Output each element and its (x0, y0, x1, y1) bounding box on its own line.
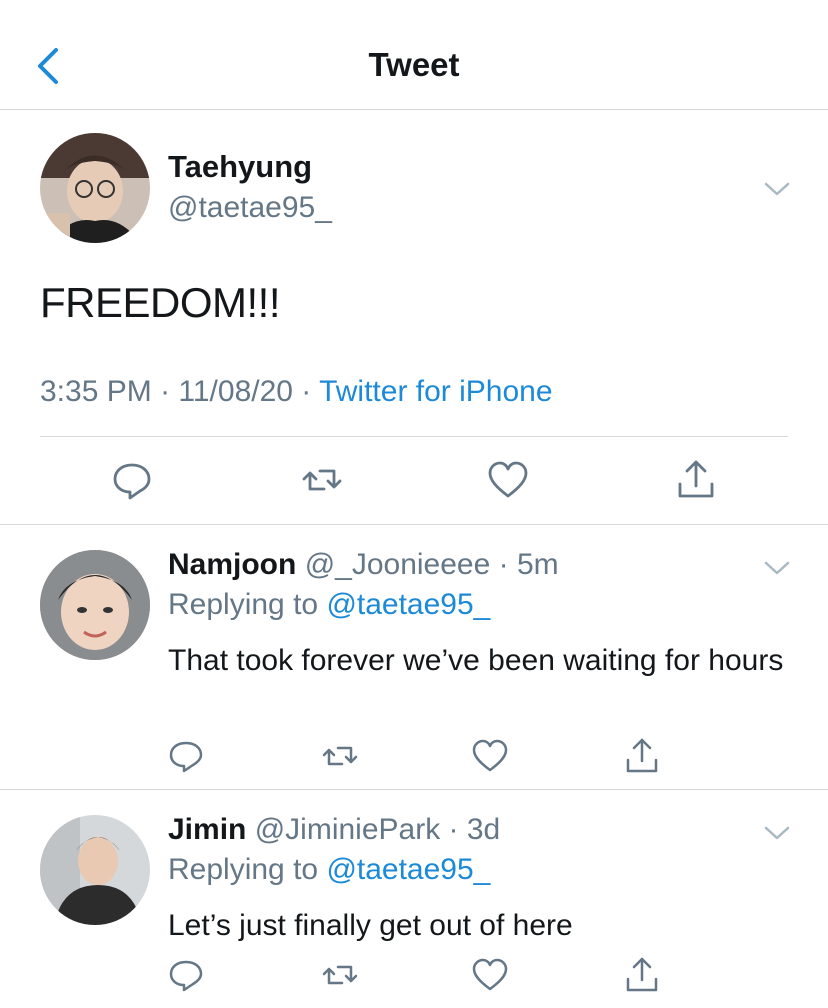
share-icon (678, 460, 714, 498)
reply-button[interactable] (164, 953, 208, 997)
tweet-age: 3d (466, 813, 501, 846)
tweet-menu-button[interactable] (762, 558, 792, 578)
meta-separator: · (292, 375, 320, 408)
share-button[interactable] (620, 734, 664, 778)
reply-header: Namjoon @_Joonieeee · 5m (168, 548, 559, 582)
replying-to: Replying to @taetae95_ (168, 588, 490, 622)
share-icon (626, 957, 658, 992)
divider (40, 436, 788, 437)
chevron-down-icon (764, 826, 790, 840)
avatar[interactable] (40, 133, 150, 243)
share-button[interactable] (620, 953, 664, 997)
reply-icon (169, 741, 203, 773)
reply-button[interactable] (110, 458, 154, 502)
tweet-text: Let’s just finally get out of here (168, 909, 573, 942)
author-handle[interactable]: @_Joonieeee (305, 548, 491, 581)
avatar[interactable] (40, 550, 150, 660)
retweet-button[interactable] (318, 953, 362, 997)
replying-label: Replying to (168, 853, 327, 886)
meta-separator: · (440, 813, 467, 846)
author-handle[interactable]: @taetae95_ (168, 191, 332, 225)
share-icon (626, 738, 658, 773)
chevron-down-icon (764, 561, 790, 575)
author-handle[interactable]: @JiminiePark (255, 813, 441, 846)
author-name[interactable]: Taehyung (168, 149, 312, 185)
tweet-actions (0, 734, 828, 778)
retweet-button[interactable] (300, 458, 344, 502)
tweet-menu-button[interactable] (762, 179, 792, 199)
retweet-button[interactable] (318, 734, 362, 778)
tweet-menu-button[interactable] (762, 823, 792, 843)
reply-button[interactable] (164, 734, 208, 778)
tweet-actions (0, 456, 828, 506)
mention-link[interactable]: @taetae95_ (326, 853, 490, 886)
retweet-icon (322, 746, 358, 766)
tweet-text: FREEDOM!!! (40, 279, 281, 326)
replying-to: Replying to @taetae95_ (168, 853, 490, 887)
profile-photo (40, 550, 150, 660)
tweet-source-link[interactable]: Twitter for iPhone (319, 375, 552, 408)
reply-tweet[interactable]: Jimin @JiminiePark · 3d Replying to @tae… (0, 791, 828, 1008)
tweet-time: 3:35 PM (40, 375, 152, 408)
retweet-icon (322, 965, 358, 985)
heart-icon (472, 958, 508, 991)
author-name[interactable]: Namjoon (168, 548, 296, 581)
main-tweet: Taehyung @taetae95_ FREEDOM!!! 3:35 PM ·… (0, 111, 828, 525)
tweet-text: That took forever we’ve been waiting for… (168, 644, 784, 677)
tweet-actions (0, 953, 828, 997)
chevron-down-icon (764, 182, 790, 196)
heart-icon (472, 739, 508, 772)
like-button[interactable] (468, 953, 512, 997)
meta-separator: · (151, 375, 179, 408)
replying-label: Replying to (168, 588, 327, 621)
page-title: Tweet (368, 46, 460, 83)
profile-photo (40, 815, 150, 925)
profile-photo (40, 133, 150, 243)
avatar[interactable] (40, 815, 150, 925)
reply-header: Jimin @JiminiePark · 3d (168, 813, 500, 847)
share-button[interactable] (674, 458, 718, 502)
author-name[interactable]: Jimin (168, 813, 246, 846)
reply-icon (169, 960, 203, 992)
meta-separator: · (490, 548, 517, 581)
tweet-meta: 3:35 PM · 11/08/20 · Twitter for iPhone (40, 375, 553, 409)
heart-icon (488, 461, 528, 498)
like-button[interactable] (486, 458, 530, 502)
reply-tweet[interactable]: Namjoon @_Joonieeee · 5m Replying to @ta… (0, 526, 828, 790)
tweet-age: 5m (516, 548, 559, 581)
retweet-icon (302, 469, 342, 491)
tweet-date: 11/08/20 (178, 375, 293, 408)
reply-icon (113, 463, 151, 500)
mention-link[interactable]: @taetae95_ (326, 588, 490, 621)
like-button[interactable] (468, 734, 512, 778)
top-nav-bar: Tweet (0, 0, 828, 110)
